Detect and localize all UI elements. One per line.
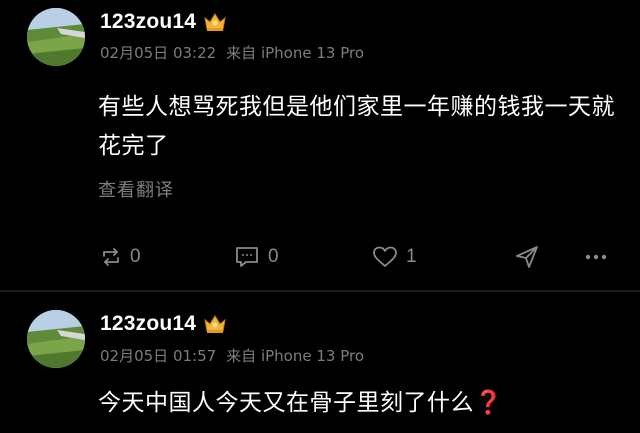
post-1: 123zou14 02月05日 03:22 来自 iPhone 13 Pro 有些…	[0, 0, 640, 290]
avatar[interactable]	[27, 8, 85, 66]
post-meta: 02月05日 01:57 来自 iPhone 13 Pro	[100, 345, 374, 366]
like-button[interactable]: 1	[372, 242, 417, 272]
question-mark-emoji: ❓	[474, 390, 504, 416]
comment-count: 0	[268, 246, 279, 267]
username[interactable]: 123zou14	[100, 312, 196, 336]
crown-badge-icon	[202, 11, 228, 33]
more-button[interactable]	[584, 242, 608, 272]
crown-badge-icon	[202, 313, 228, 335]
username-row: 123zou14	[100, 310, 228, 338]
username-row: 123zou14	[100, 8, 228, 36]
username[interactable]: 123zou14	[100, 10, 196, 34]
repost-count: 0	[130, 246, 141, 267]
post-date: 02月05日 03:22	[100, 44, 217, 62]
post-content-text: 今天中国人今天又在骨子里刻了什么	[98, 390, 474, 416]
post-source: 来自 iPhone 13 Pro	[226, 44, 364, 62]
repost-button[interactable]: 0	[100, 242, 141, 272]
repost-icon	[100, 246, 122, 268]
share-icon	[514, 244, 540, 270]
translate-link[interactable]: 查看翻译	[98, 176, 174, 202]
action-bar: 0 0 1	[0, 242, 640, 272]
like-count: 1	[406, 246, 417, 267]
heart-icon	[372, 245, 398, 269]
comment-icon	[234, 245, 260, 269]
post-content: 有些人想骂死我但是他们家里一年赚的钱我一天就花完了	[98, 94, 615, 159]
post-content: 今天中国人今天又在骨子里刻了什么❓	[98, 384, 618, 423]
more-icon	[584, 253, 608, 261]
share-button[interactable]	[514, 242, 540, 272]
post-source: 来自 iPhone 13 Pro	[226, 347, 364, 365]
post-2: 123zou14 02月05日 01:57 来自 iPhone 13 Pro 今天…	[0, 292, 640, 433]
avatar[interactable]	[27, 310, 85, 368]
comment-button[interactable]: 0	[234, 242, 279, 272]
post-date: 02月05日 01:57	[100, 347, 217, 365]
post-meta: 02月05日 03:22 来自 iPhone 13 Pro	[100, 42, 374, 63]
